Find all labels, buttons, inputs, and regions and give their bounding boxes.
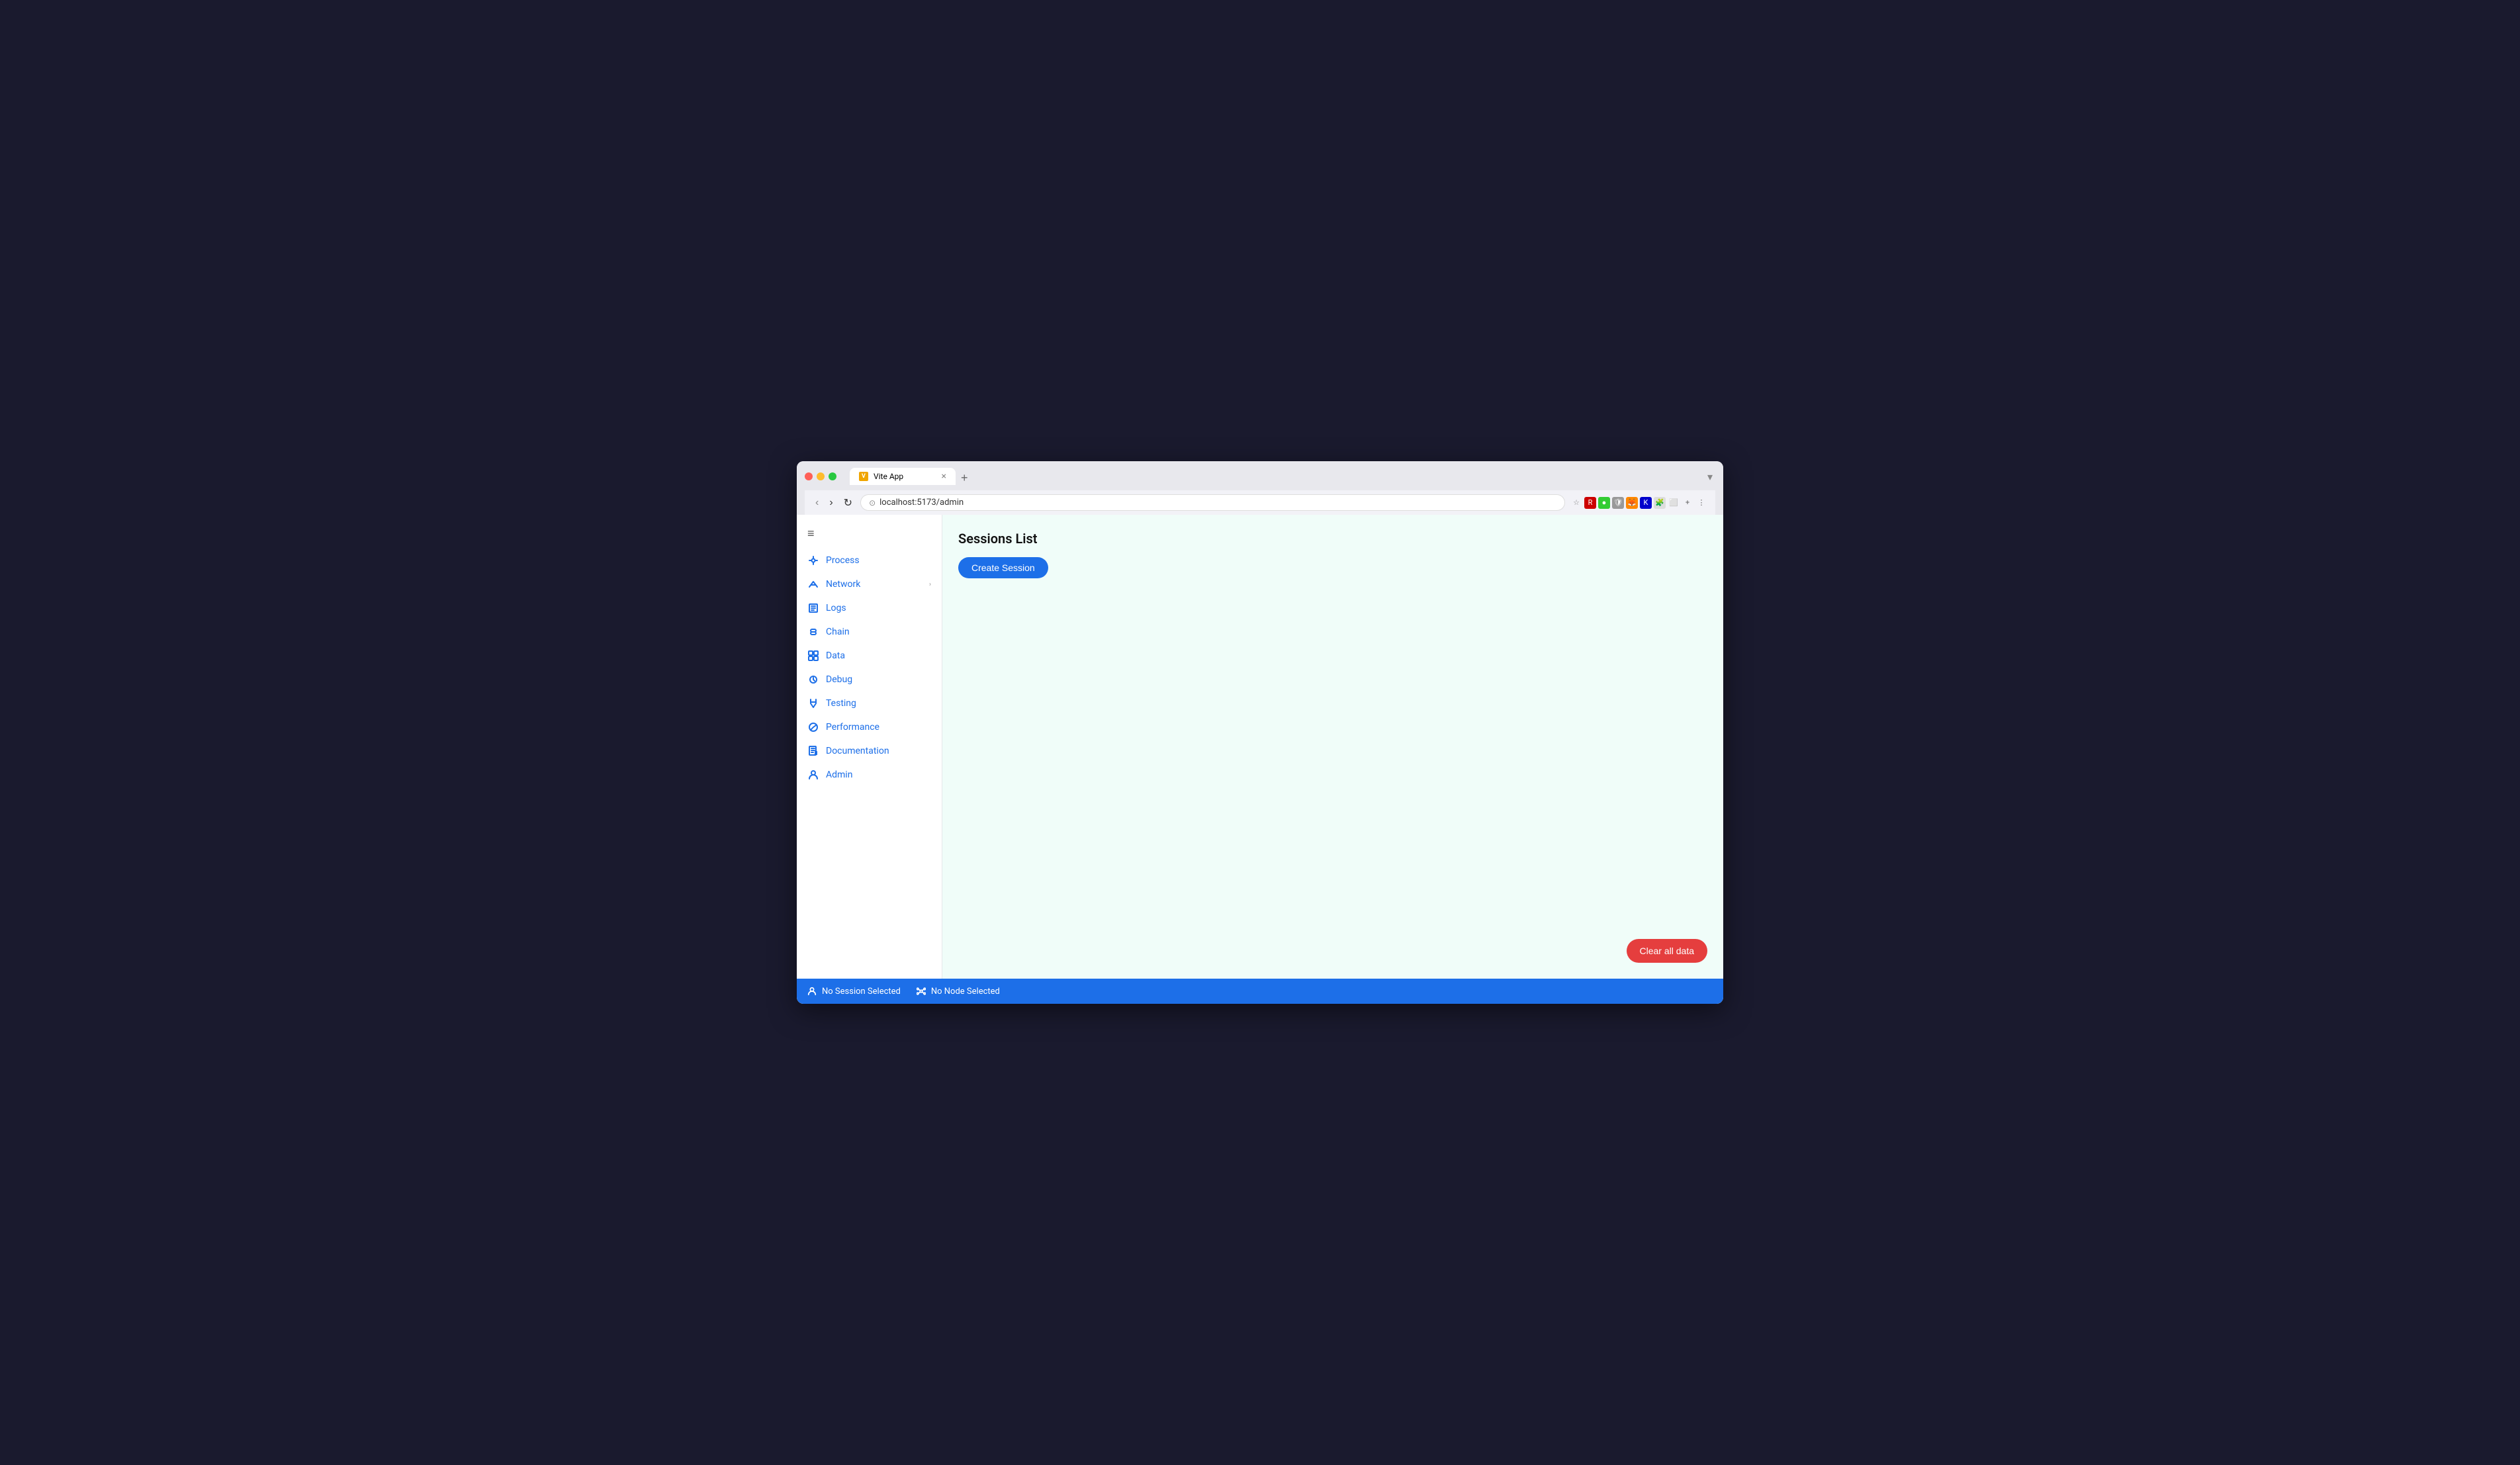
browser-tab-vite[interactable]: V Vite App × [850,468,956,485]
sessions-title: Sessions List [958,531,1707,547]
titlebar: V Vite App × + ▾ [805,468,1715,485]
process-icon [807,555,819,566]
performance-icon [807,721,819,733]
sidebar-label-network: Network [826,579,860,590]
new-tab-button[interactable]: + [957,471,972,485]
clear-all-button[interactable]: Clear all data [1627,939,1708,963]
sidebar: ≡ Process Network [797,515,942,979]
sidebar-label-debug: Debug [826,674,852,685]
address-bar[interactable]: ⊙ localhost:5173/admin [860,494,1565,511]
testing-icon [807,697,819,709]
browser-dropdown-button[interactable]: ▾ [1705,469,1715,485]
ext-add-icon[interactable]: + [1682,497,1693,509]
sidebar-item-logs[interactable]: Logs [797,596,942,620]
sidebar-label-logs: Logs [826,603,846,613]
sidebar-label-documentation: Documentation [826,746,889,756]
ext6-icon[interactable]: 🧩 [1654,497,1666,509]
sidebar-nav: Process Network › [797,549,942,787]
session-icon [807,987,817,996]
network-icon [807,578,819,590]
ext1-icon[interactable]: R [1584,497,1596,509]
logs-icon [807,602,819,614]
tab-favicon: V [859,472,868,481]
browser-menu-icon[interactable]: ⋮ [1695,497,1707,509]
node-status-label: No Node Selected [931,987,1000,997]
sidebar-item-chain[interactable]: Chain [797,620,942,644]
sidebar-label-performance: Performance [826,722,879,732]
sidebar-item-network[interactable]: Network › [797,572,942,596]
app-body: ≡ Process Network [797,515,1723,979]
session-status-label: No Session Selected [822,987,901,997]
maximize-traffic-light[interactable] [829,472,836,480]
sidebar-item-admin[interactable]: Admin [797,763,942,787]
back-button[interactable]: ‹ [813,496,821,510]
ext5-icon[interactable]: K [1640,497,1652,509]
ext3-icon[interactable]: 🛡 [1612,497,1624,509]
sidebar-label-testing: Testing [826,698,856,709]
documentation-icon [807,745,819,757]
traffic-lights [805,472,836,480]
sidebar-item-debug[interactable]: Debug [797,668,942,691]
star-icon[interactable]: ☆ [1570,497,1582,509]
minimize-traffic-light[interactable] [817,472,825,480]
sidebar-label-process: Process [826,555,860,566]
create-session-button[interactable]: Create Session [958,557,1048,578]
app-content: ≡ Process Network [797,515,1723,1004]
main-content: Sessions List Create Session Clear all d… [942,515,1723,979]
data-icon [807,650,819,662]
chain-icon [807,626,819,638]
session-status-item: No Session Selected [807,987,901,997]
sidebar-item-documentation[interactable]: Documentation [797,739,942,763]
network-chevron-icon: › [929,581,931,588]
node-icon [917,987,926,996]
tab-title: Vite App [874,472,903,481]
sidebar-label-data: Data [826,650,845,661]
lock-icon: ⊙ [869,498,876,508]
url-text: localhost:5173/admin [879,498,964,508]
sidebar-item-process[interactable]: Process [797,549,942,572]
reload-button[interactable]: ↻ [841,495,855,511]
status-bar: No Session Selected No Node Selected [797,979,1723,1004]
browser-chrome: V Vite App × + ▾ ‹ › ↻ ⊙ localhost:5173/… [797,461,1723,515]
browser-controls: ‹ › ↻ ⊙ localhost:5173/admin ☆ R ● 🛡 🦊 K… [805,490,1715,515]
sidebar-label-admin: Admin [826,770,852,780]
debug-icon [807,674,819,686]
sidebar-item-performance[interactable]: Performance [797,715,942,739]
tab-close-button[interactable]: × [942,472,946,481]
ext4-icon[interactable]: 🦊 [1626,497,1638,509]
admin-icon [807,769,819,781]
forward-button[interactable]: › [827,496,835,510]
sidebar-toggle-icon[interactable]: ⬜ [1668,497,1680,509]
tab-bar: V Vite App × + ▾ [850,468,1715,485]
sidebar-item-data[interactable]: Data [797,644,942,668]
node-status-item: No Node Selected [917,987,1000,997]
sidebar-hamburger-icon[interactable]: ≡ [797,523,942,549]
close-traffic-light[interactable] [805,472,813,480]
browser-window: V Vite App × + ▾ ‹ › ↻ ⊙ localhost:5173/… [797,461,1723,1004]
extensions-bar: ☆ R ● 🛡 🦊 K 🧩 ⬜ + ⋮ [1570,497,1707,509]
ext2-icon[interactable]: ● [1598,497,1610,509]
sidebar-label-chain: Chain [826,627,850,637]
sidebar-item-testing[interactable]: Testing [797,691,942,715]
